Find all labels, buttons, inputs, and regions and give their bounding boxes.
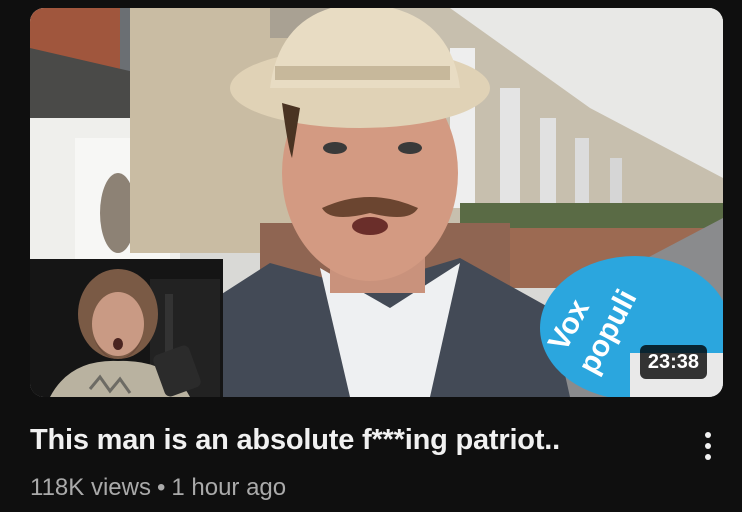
view-count: 118K views xyxy=(30,474,151,501)
video-metadata: 118K views • 1 hour ago xyxy=(30,474,286,502)
webcam-image xyxy=(30,259,223,397)
vertical-ellipsis-icon-dot xyxy=(705,454,711,460)
video-thumbnail[interactable]: Vox populi 23:38 xyxy=(30,8,723,397)
video-duration-badge: 23:38 xyxy=(639,345,707,379)
vertical-ellipsis-icon xyxy=(705,432,711,438)
meta-separator: • xyxy=(156,474,166,501)
more-options-button[interactable] xyxy=(690,424,726,468)
vertical-ellipsis-icon-dot xyxy=(705,443,711,449)
upload-age: 1 hour ago xyxy=(171,474,287,501)
video-card[interactable]: Vox populi 23:38 This man is an absolute… xyxy=(0,0,742,512)
streamer-webcam-inset xyxy=(30,259,223,397)
video-title[interactable]: This man is an absolute f***ing patriot.… xyxy=(30,424,670,457)
